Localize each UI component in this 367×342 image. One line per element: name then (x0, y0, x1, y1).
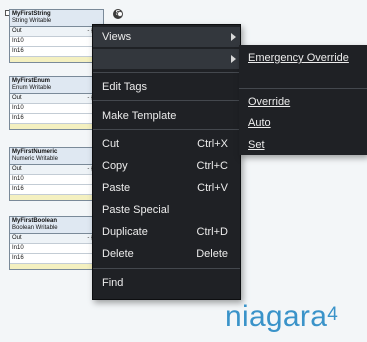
menu-divider (93, 72, 240, 73)
submenu-item-label: Auto (248, 117, 271, 129)
menu-item-views[interactable]: Views (93, 27, 240, 47)
menu-item-label: Delete (102, 248, 134, 260)
menu-item-delete[interactable]: Delete Delete (93, 244, 240, 264)
actions-submenu: Emergency Override Override Auto Set (239, 45, 367, 155)
submenu-item-label: Set (248, 139, 265, 151)
component-block-string[interactable]: MyFirstString String Writable Out- {nul … (9, 9, 104, 63)
link-handle-icon[interactable] (117, 11, 123, 17)
slot-row[interactable]: Out- {nul (10, 27, 103, 37)
slot-row[interactable]: In16 (10, 47, 103, 57)
menu-item-label: Paste (102, 182, 131, 194)
menu-item-duplicate[interactable]: Duplicate Ctrl+D (93, 222, 240, 242)
menu-item-copy[interactable]: Copy Ctrl+C (93, 156, 240, 176)
slot-name: Out (12, 95, 22, 101)
menu-item-find[interactable]: Find (93, 273, 240, 293)
slot-name: In16 (12, 115, 24, 121)
menu-item-paste[interactable]: Paste Ctrl+V (93, 178, 240, 198)
component-subtitle: Boolean Writable (12, 225, 58, 231)
menu-item-paste-special[interactable]: Paste Special (93, 200, 240, 220)
slot-name: In10 (12, 245, 24, 251)
component-title: MyFirstNumeric (12, 149, 58, 155)
slot-name: Out (12, 28, 22, 34)
submenu-divider (239, 88, 367, 89)
component-title: MyFirstString (12, 11, 51, 17)
menu-item-shortcut: Delete (196, 248, 228, 260)
menu-divider (93, 100, 240, 101)
niagara-logo: niagara4 (225, 300, 338, 334)
menu-item-label: Views (102, 31, 132, 43)
component-title: MyFirstEnum (12, 78, 51, 84)
menu-item-label: Make Template (102, 110, 177, 122)
slot-name: In16 (12, 255, 24, 261)
component-subtitle: Enum Writable (12, 85, 52, 91)
submenu-item-label: Emergency Override (248, 52, 349, 64)
component-header: MyFirstBoolean Boolean Writable (10, 217, 103, 234)
menu-item-label: Copy (102, 160, 128, 172)
component-block-numeric[interactable]: MyFirstNumeric Numeric Writable Out- {nu… (9, 147, 104, 201)
menu-divider (93, 129, 240, 130)
menu-item-shortcut: Ctrl+X (197, 138, 228, 150)
slot-name: Out (12, 235, 22, 241)
submenu-arrow-icon (231, 55, 236, 63)
submenu-item-label: Override (248, 96, 291, 108)
component-header: MyFirstEnum Enum Writable (10, 77, 103, 94)
slot-row[interactable]: Out- {nul (10, 94, 103, 104)
slot-name: In10 (12, 38, 24, 44)
slot-row[interactable]: In10 (10, 37, 103, 47)
slot-name: In10 (12, 176, 24, 182)
slot-name: In10 (12, 105, 24, 111)
logo-text: niagara (225, 300, 328, 333)
component-footer (10, 264, 103, 269)
component-subtitle: Numeric Writable (12, 156, 58, 162)
submenu-arrow-icon (231, 33, 236, 41)
menu-item-edit-tags[interactable]: Edit Tags (93, 77, 240, 97)
submenu-item-override[interactable]: Override (248, 93, 290, 111)
slot-row[interactable]: Out- {nul (10, 234, 103, 244)
slot-name: In16 (12, 186, 24, 192)
menu-item-make-template[interactable]: Make Template (93, 106, 240, 126)
slot-row[interactable]: In16 (10, 114, 103, 124)
menu-item-shortcut: Ctrl+V (197, 182, 228, 194)
menu-item-actions[interactable] (93, 49, 240, 69)
submenu-item-set[interactable]: Set (248, 136, 265, 154)
component-subtitle: String Writable (12, 18, 52, 24)
context-menu: Views Edit Tags Make Template Cut Ctrl+X… (92, 24, 241, 300)
component-header: MyFirstNumeric Numeric Writable (10, 148, 103, 165)
slot-row[interactable]: In10 (10, 244, 103, 254)
menu-item-label: Edit Tags (102, 81, 148, 93)
slot-name: In16 (12, 48, 24, 54)
slot-row[interactable]: In10 (10, 175, 103, 185)
menu-item-label: Duplicate (102, 226, 148, 238)
component-header: MyFirstString String Writable (10, 10, 103, 27)
slot-row[interactable]: In16 (10, 254, 103, 264)
menu-item-label: Find (102, 277, 124, 289)
slot-name: Out (12, 166, 22, 172)
menu-item-label: Cut (102, 138, 120, 150)
menu-item-label: Paste Special (102, 204, 170, 216)
component-footer (10, 57, 103, 62)
component-block-enum[interactable]: MyFirstEnum Enum Writable Out- {nul In10… (9, 76, 104, 130)
component-footer (10, 124, 103, 129)
menu-item-shortcut: Ctrl+C (196, 160, 228, 172)
menu-item-shortcut: Ctrl+D (196, 226, 228, 238)
logo-version: 4 (327, 304, 339, 325)
component-footer (10, 195, 103, 200)
submenu-item-emergency-override[interactable]: Emergency Override (248, 49, 349, 67)
slot-row[interactable]: In16 (10, 185, 103, 195)
submenu-item-auto[interactable]: Auto (248, 114, 271, 132)
component-title: MyFirstBoolean (12, 218, 58, 224)
slot-row[interactable]: Out- {nul (10, 165, 103, 175)
menu-divider (93, 268, 240, 269)
slot-row[interactable]: In10 (10, 104, 103, 114)
menu-item-cut[interactable]: Cut Ctrl+X (93, 134, 240, 154)
component-block-boolean[interactable]: MyFirstBoolean Boolean Writable Out- {nu… (9, 216, 104, 270)
